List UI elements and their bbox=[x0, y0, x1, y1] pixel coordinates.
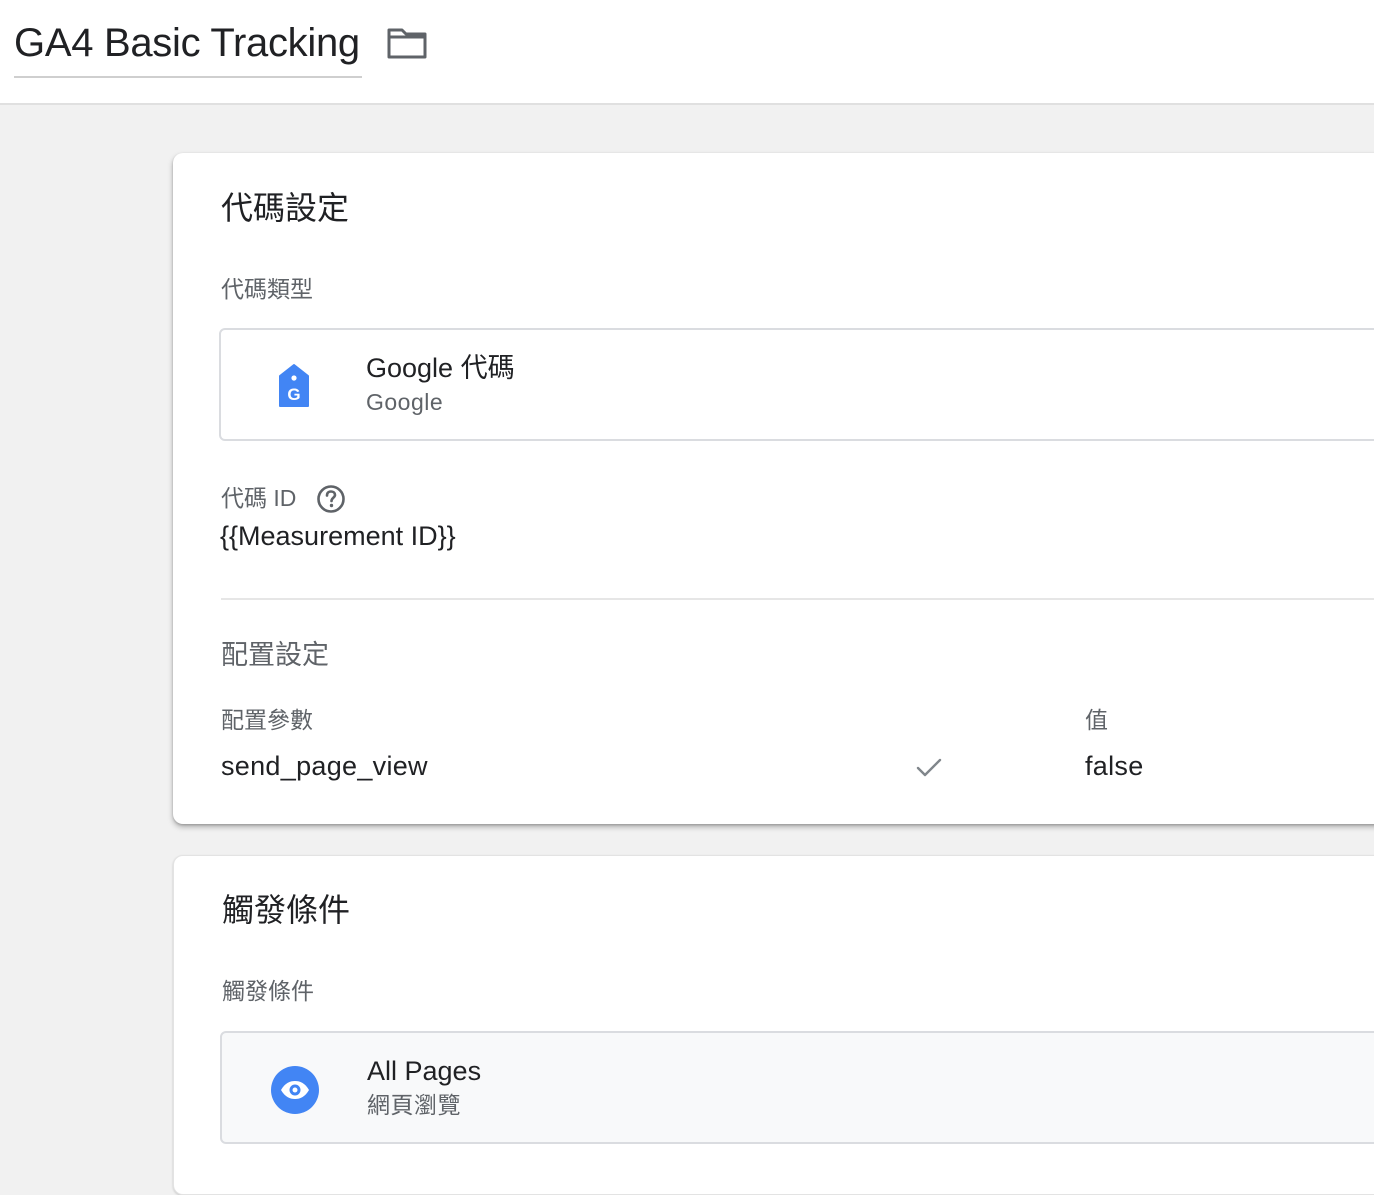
tag-type-label: 代碼類型 bbox=[221, 276, 313, 302]
triggering-title: 觸發條件 bbox=[222, 892, 351, 928]
param-value: false bbox=[1085, 751, 1144, 781]
tag-id-label: 代碼 ID bbox=[221, 485, 297, 511]
svg-text:G: G bbox=[287, 385, 300, 404]
google-tag-icon: G bbox=[279, 364, 309, 407]
top-bar: GA4 Basic Tracking bbox=[0, 0, 1374, 105]
check-icon bbox=[916, 758, 942, 777]
trigger-type: 網頁瀏覽 bbox=[367, 1092, 461, 1118]
trigger-item[interactable]: All Pages 網頁瀏覽 bbox=[220, 1031, 1374, 1144]
tag-configuration-card[interactable]: 代碼設定 代碼類型 G Google 代碼 Google 代碼 ID {{Mea… bbox=[173, 153, 1374, 824]
triggering-label: 觸發條件 bbox=[222, 978, 314, 1004]
value-column-header: 值 bbox=[1085, 707, 1108, 733]
page-title[interactable]: GA4 Basic Tracking bbox=[14, 18, 360, 68]
tag-configuration-title: 代碼設定 bbox=[221, 190, 350, 226]
param-name: send_page_view bbox=[221, 751, 428, 781]
trigger-name: All Pages bbox=[367, 1056, 482, 1086]
section-divider bbox=[221, 598, 1374, 600]
param-column-header: 配置參數 bbox=[221, 707, 313, 733]
configuration-settings-title: 配置設定 bbox=[221, 640, 329, 670]
tag-type-selector[interactable]: G Google 代碼 Google bbox=[219, 328, 1374, 441]
folder-icon[interactable] bbox=[386, 26, 428, 60]
eye-icon bbox=[271, 1066, 319, 1114]
tag-id-value: {{Measurement ID}} bbox=[220, 521, 456, 551]
triggering-card[interactable]: 觸發條件 觸發條件 All Pages 網頁瀏覽 bbox=[173, 855, 1374, 1195]
help-circle-icon[interactable] bbox=[316, 484, 346, 514]
tag-type-name: Google 代碼 bbox=[366, 353, 515, 383]
title-field[interactable]: GA4 Basic Tracking bbox=[14, 18, 362, 78]
tag-type-vendor: Google bbox=[366, 389, 444, 415]
